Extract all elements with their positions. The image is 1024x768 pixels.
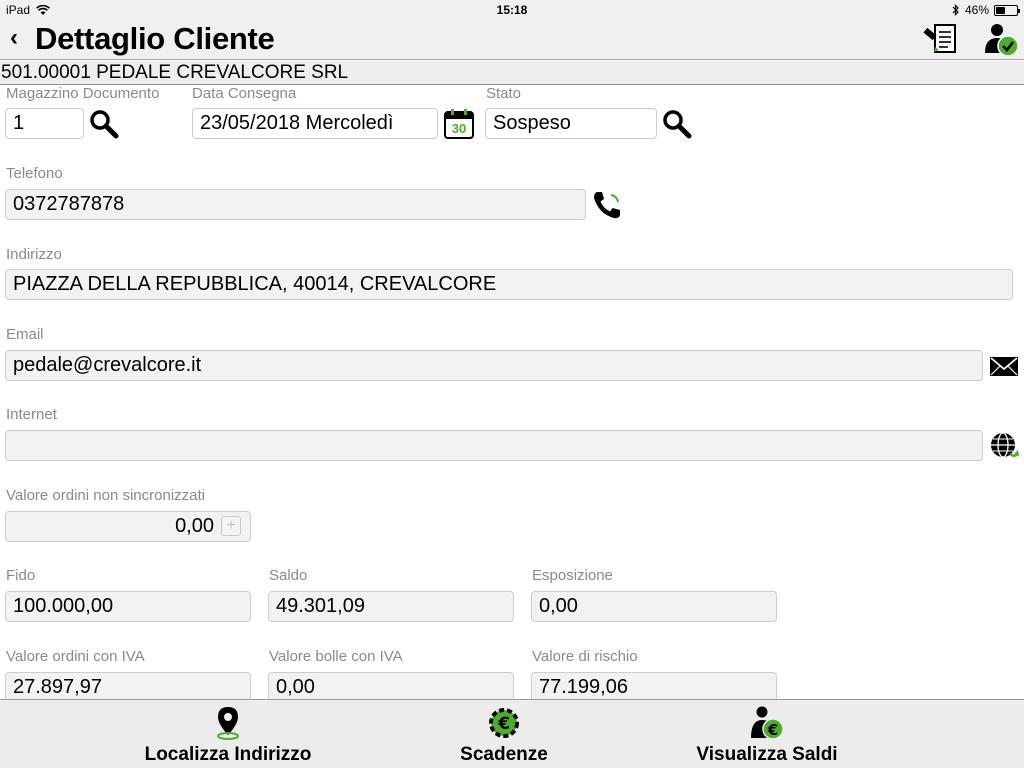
data-consegna-label: Data Consegna	[192, 85, 297, 102]
globe-icon[interactable]	[988, 430, 1020, 462]
battery-fill	[996, 6, 1006, 14]
internet-field[interactable]	[5, 430, 983, 461]
valore-non-sinc-label: Valore ordini non sincronizzati	[6, 487, 205, 504]
email-label: Email	[6, 326, 44, 343]
telefono-field[interactable]: 0372787878	[5, 189, 586, 220]
fido-label: Fido	[6, 567, 36, 584]
indirizzo-label: Indirizzo	[6, 246, 62, 263]
tab-scadenze[interactable]: € Scadenze	[434, 700, 574, 768]
mail-icon[interactable]	[988, 350, 1020, 382]
bottom-toolbar: Localizza Indirizzo € Scadenze € Visuali…	[0, 699, 1024, 768]
stato-field[interactable]: Sospeso	[485, 108, 657, 139]
ordini-iva-label: Valore ordini con IVA	[6, 648, 145, 665]
svg-text:€: €	[497, 714, 510, 734]
battery-percent: 46%	[964, 3, 989, 17]
esposizione-label: Esposizione	[532, 567, 613, 584]
magazzino-label: Magazzino Documento	[6, 85, 160, 102]
tab-localizza-indirizzo[interactable]: Localizza Indirizzo	[130, 700, 326, 768]
clock: 15:18	[496, 3, 528, 17]
euro-gear-icon: €	[489, 708, 519, 738]
tab-visualizza-saldi[interactable]: € Visualizza Saldi	[682, 700, 852, 768]
add-button[interactable]: +	[221, 516, 241, 536]
tab-label: Visualizza Saldi	[696, 744, 838, 765]
valore-non-sinc-field: 0,00	[5, 511, 251, 542]
user-euro-icon: €	[751, 706, 784, 740]
status-bar: iPad 15:18 46%	[0, 0, 1024, 20]
email-field[interactable]: pedale@crevalcore.it	[5, 350, 983, 381]
document-edit-icon[interactable]	[922, 21, 960, 57]
phone-icon[interactable]	[591, 189, 623, 221]
magazzino-field[interactable]: 1	[5, 108, 84, 139]
svg-text:€: €	[767, 721, 778, 739]
rischio-label: Valore di rischio	[532, 648, 638, 665]
calendar-day: 30	[451, 121, 467, 136]
saldo-field: 49.301,09	[268, 591, 514, 622]
bolle-iva-label: Valore bolle con IVA	[269, 648, 403, 665]
map-pin-icon	[217, 707, 239, 740]
user-check-icon[interactable]	[982, 21, 1020, 57]
tab-label: Scadenze	[460, 744, 548, 765]
bluetooth-icon	[952, 4, 959, 16]
navigation-bar: ‹ Dettaglio Cliente	[0, 20, 1024, 60]
telefono-label: Telefono	[6, 165, 63, 182]
fido-field: 100.000,00	[5, 591, 251, 622]
search-icon[interactable]	[88, 108, 120, 140]
indirizzo-field[interactable]: PIAZZA DELLA REPUBBLICA, 40014, CREVALCO…	[5, 269, 1013, 300]
back-button[interactable]: ‹	[10, 24, 18, 52]
page-title: Dettaglio Cliente	[35, 21, 275, 56]
customer-header: 501.00001 PEDALE CREVALCORE SRL	[0, 61, 1024, 85]
calendar-icon[interactable]: 30	[443, 108, 475, 140]
data-consegna-field[interactable]: 23/05/2018 Mercoledì	[192, 108, 438, 139]
esposizione-field: 0,00	[531, 591, 777, 622]
battery-icon	[994, 4, 1020, 16]
stato-label: Stato	[486, 85, 522, 102]
tab-label: Localizza Indirizzo	[144, 744, 312, 765]
internet-label: Internet	[6, 406, 57, 423]
search-icon[interactable]	[661, 108, 693, 140]
saldo-label: Saldo	[269, 567, 308, 584]
